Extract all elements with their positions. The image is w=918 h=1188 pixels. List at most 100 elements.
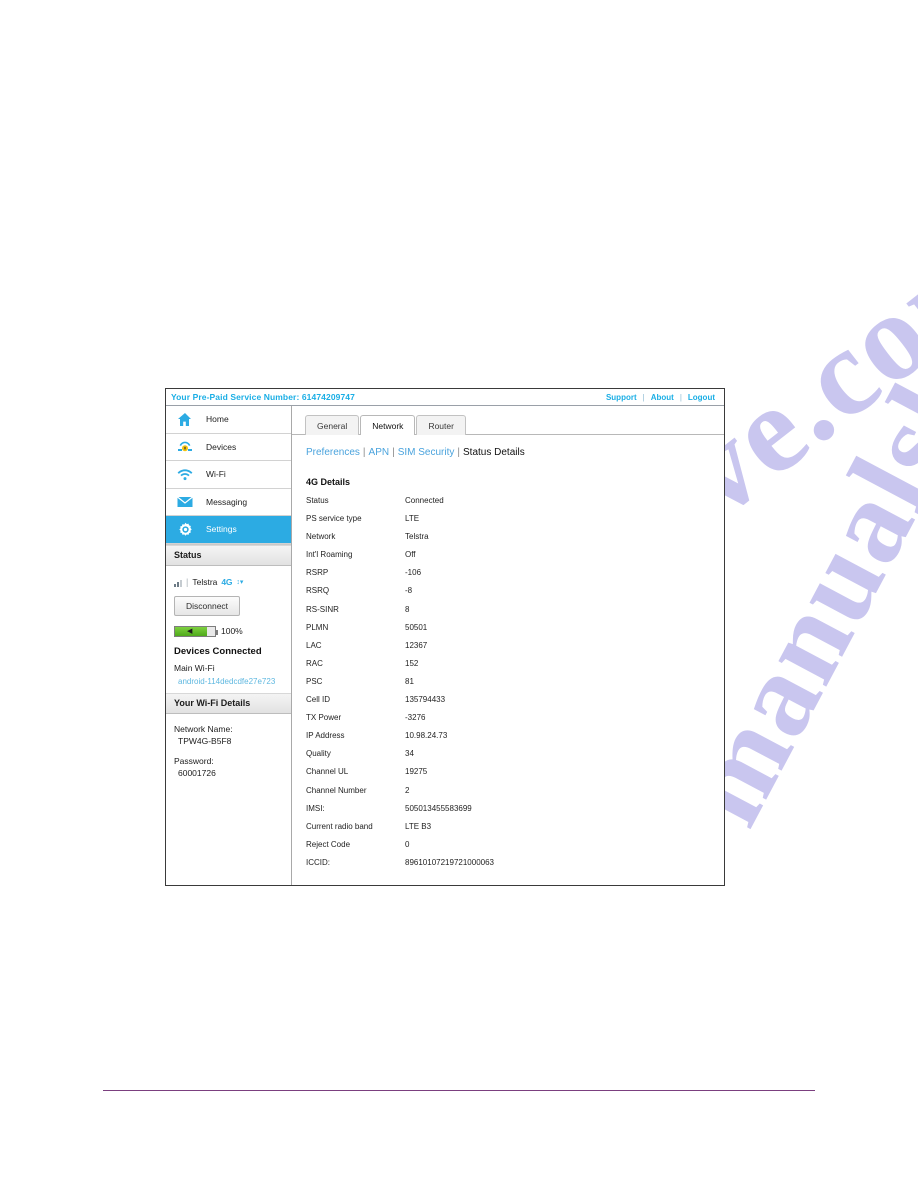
table-row: Current radio band LTE B3 [306, 822, 595, 840]
detail-value: 19275 [405, 767, 428, 777]
detail-key: Int'l Roaming [306, 550, 353, 560]
subnav-status-details[interactable]: Status Details [463, 447, 525, 458]
table-row: LAC 12367 [306, 641, 595, 659]
sidebar-item-devices[interactable]: Devices [166, 433, 291, 461]
tab-network[interactable]: Network [360, 415, 416, 435]
table-row: TX Power -3276 [306, 713, 595, 731]
status-section-header: Status [166, 544, 291, 566]
password-label: Password: [174, 755, 214, 766]
status-section-body: | Telstra 4G ↕▾ Disconnect ◀ 100% Device… [166, 566, 291, 693]
battery-row: ◀ 100% [174, 625, 283, 637]
top-bar: Your Pre-Paid Service Number: 6147420974… [166, 389, 724, 406]
signal-divider: | [186, 576, 189, 587]
subnav-apn[interactable]: APN [369, 447, 390, 458]
detail-value: 505013455583699 [405, 803, 472, 813]
table-row: PS service type LTE [306, 514, 595, 532]
router-admin-window: Your Pre-Paid Service Number: 6147420974… [165, 388, 725, 886]
detail-key: ICCID: [306, 857, 330, 867]
table-row: ICCID: 89610107219721000063 [306, 858, 595, 876]
connected-device-name[interactable]: android-114dedcdfe27e723 [174, 676, 283, 687]
table-row: Reject Code 0 [306, 840, 595, 858]
service-number-label: Your Pre-Paid Service Number: 6147420974… [171, 392, 355, 402]
network-name-value: TPW4G-B5F8 [178, 735, 232, 746]
charging-bolt-icon: ◀ [187, 627, 193, 635]
top-bar-links: Support | About | Logout [600, 393, 721, 402]
network-type-badge: 4G [221, 576, 233, 587]
detail-key: Network [306, 532, 336, 542]
table-row: Status Connected [306, 496, 595, 514]
table-row: Quality 34 [306, 749, 595, 767]
detail-value: LTE B3 [405, 821, 432, 831]
logout-link[interactable]: Logout [682, 393, 721, 402]
detail-key: PLMN [306, 622, 329, 632]
sub-navigation: Preferences | APN | SIM Security | Statu… [292, 435, 724, 458]
tab-general[interactable]: General [305, 415, 360, 435]
gear-icon [174, 522, 196, 537]
battery-icon: ◀ [174, 625, 218, 637]
table-row: RSRP -106 [306, 568, 595, 586]
detail-value: 0 [405, 839, 410, 849]
subnav-preferences[interactable]: Preferences [306, 447, 360, 458]
detail-value: Telstra [405, 532, 429, 542]
detail-value: 8 [405, 604, 410, 614]
about-link[interactable]: About [645, 393, 680, 402]
detail-value: 89610107219721000063 [405, 857, 494, 867]
tab-bar: General Network Router [292, 406, 724, 435]
detail-key: Reject Code [306, 839, 351, 849]
sidebar-item-home[interactable]: Home [166, 406, 291, 434]
detail-key: Quality [306, 749, 331, 759]
disconnect-button[interactable]: Disconnect [174, 595, 241, 616]
detail-value: 10.98.24.73 [405, 731, 448, 741]
detail-key: IMSI: [306, 803, 325, 813]
wifi-details-spacer [174, 747, 283, 755]
detail-value: 12367 [405, 640, 428, 650]
subnav-separator-1: | [362, 447, 366, 458]
detail-value: Connected [405, 496, 444, 505]
detail-value: 81 [405, 676, 414, 686]
detail-key: RSRP [306, 568, 329, 578]
disconnect-button-wrap: Disconnect [174, 595, 283, 626]
table-row: Channel UL 19275 [306, 767, 595, 785]
sidebar-item-messaging[interactable]: Messaging [166, 488, 291, 516]
table-row: Network Telstra [306, 532, 595, 550]
battery-fill: ◀ [175, 626, 207, 636]
table-row: PLMN 50501 [306, 623, 595, 641]
sidebar-item-wifi-label: Wi-Fi [206, 469, 226, 480]
detail-key: Channel Number [306, 785, 367, 795]
main-layout: Home Devices Wi-Fi Messaging Settings St… [166, 406, 724, 885]
detail-section-title: 4G Details [306, 477, 351, 487]
sidebar-nav: Home Devices Wi-Fi Messaging Settings [166, 406, 291, 545]
support-link[interactable]: Support [600, 393, 643, 402]
detail-key: LAC [306, 640, 322, 650]
devices-icon [174, 440, 196, 453]
sidebar-item-devices-label: Devices [206, 441, 237, 452]
table-row: Int'l Roaming Off [306, 550, 595, 568]
subnav-sim-security[interactable]: SIM Security [398, 447, 455, 458]
signal-bars-icon [174, 579, 182, 587]
tab-router[interactable]: Router [416, 415, 466, 435]
wifi-details-section-body: Network Name: TPW4G-B5F8 Password: 60001… [166, 714, 291, 785]
detail-key: Channel UL [306, 767, 349, 777]
detail-key: RS-SINR [306, 604, 339, 614]
detail-key: RSRQ [306, 586, 330, 596]
sidebar-item-settings[interactable]: Settings [166, 516, 291, 544]
content-panel: General Network Router Preferences | APN… [292, 406, 724, 885]
detail-key: Status [306, 496, 329, 505]
detail-value: -106 [405, 568, 422, 578]
main-wifi-label: Main Wi-Fi [174, 662, 215, 673]
data-transfer-icon: ↕▾ [236, 578, 244, 586]
detail-value: 135794433 [405, 695, 446, 705]
password-value: 60001726 [178, 767, 216, 778]
detail-key: PSC [306, 676, 323, 686]
subnav-separator-3: | [457, 447, 460, 458]
detail-value: Off [405, 550, 416, 560]
sidebar: Home Devices Wi-Fi Messaging Settings St… [166, 406, 292, 885]
wifi-details-section-header: Your Wi-Fi Details [166, 692, 291, 714]
detail-key: Current radio band [306, 821, 373, 831]
network-name-label: Network Name: [174, 723, 233, 734]
detail-key: RAC [306, 658, 323, 668]
devices-connected-header: Devices Connected [174, 645, 262, 657]
detail-value: LTE [405, 514, 420, 524]
detail-key: Cell ID [306, 695, 331, 705]
sidebar-item-wifi[interactable]: Wi-Fi [166, 461, 291, 489]
